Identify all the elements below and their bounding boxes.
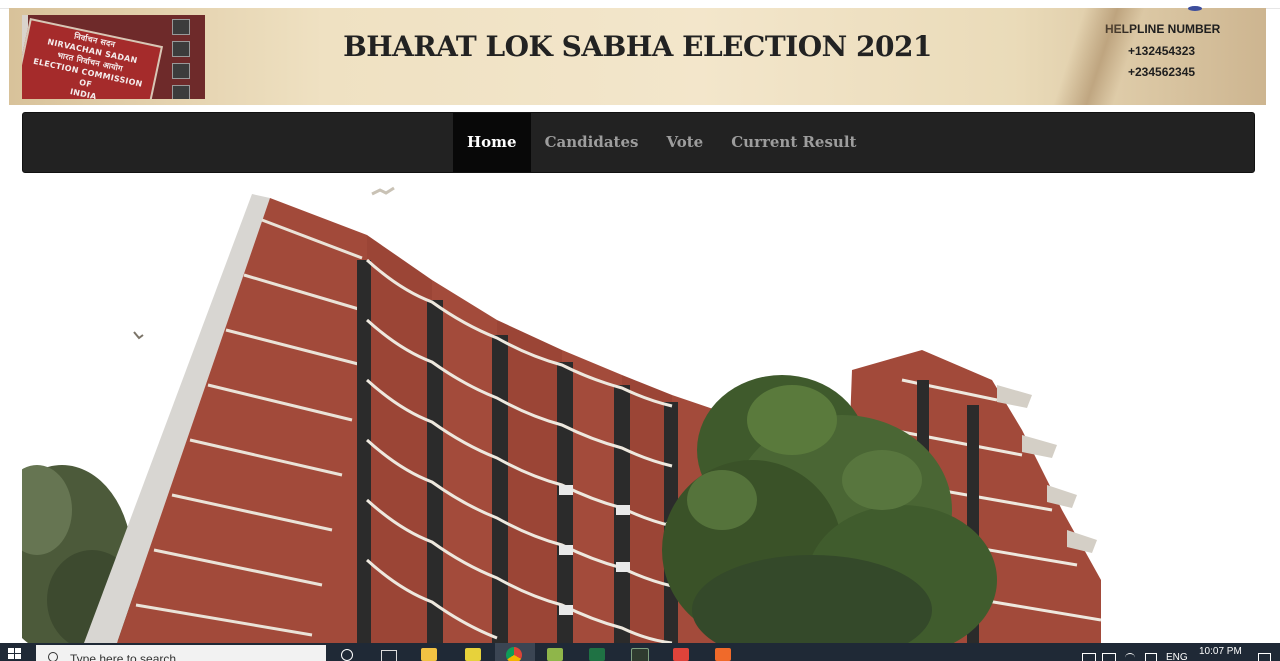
terminal-icon[interactable] — [631, 648, 649, 661]
helpline-number: +132454323 — [1128, 44, 1196, 58]
hero-building-image — [22, 180, 1101, 643]
nav-item-home[interactable]: Home — [453, 113, 531, 172]
nav-item-candidates[interactable]: Candidates — [531, 113, 653, 172]
building-illustration — [22, 180, 1101, 643]
helpline-label: HELPLINE NUMBER — [1105, 22, 1221, 36]
taskbar-clock[interactable]: 10:07 PM — [1199, 646, 1242, 657]
search-icon — [48, 652, 58, 661]
nav-menu: Home Candidates Vote Current Result — [453, 113, 870, 172]
language-indicator[interactable]: ENG — [1166, 652, 1188, 661]
wifi-icon[interactable] — [1125, 653, 1135, 661]
battery-icon[interactable] — [1102, 653, 1116, 661]
windows-taskbar: Type here to search ︿ ENG 10:07 PM — [0, 643, 1280, 661]
page-title: BHARAT LOK SABHA ELECTION 2021 — [343, 30, 932, 63]
decorative-dot — [1188, 6, 1202, 11]
notifications-icon[interactable] — [1258, 653, 1271, 661]
volume-icon[interactable] — [1145, 653, 1157, 661]
taskbar-search-placeholder: Type here to search — [70, 652, 177, 661]
excel-icon[interactable] — [589, 648, 605, 661]
app-icon[interactable] — [465, 648, 481, 661]
cortana-icon[interactable] — [341, 649, 353, 661]
main-navbar: Home Candidates Vote Current Result — [22, 112, 1255, 173]
app-red-icon[interactable] — [673, 648, 689, 661]
nav-item-current-result[interactable]: Current Result — [717, 113, 870, 172]
network-icon[interactable] — [1082, 653, 1096, 661]
nav-item-vote[interactable]: Vote — [652, 113, 717, 172]
windows-start-icon[interactable] — [8, 648, 22, 660]
xampp-icon[interactable] — [715, 648, 731, 661]
header-banner: निर्वाचन सदन NIRVACHAN SADAN भारत निर्वा… — [9, 8, 1266, 105]
file-explorer-icon[interactable] — [421, 648, 437, 661]
helpline-number: +234562345 — [1128, 65, 1196, 79]
taskbar-search-box[interactable]: Type here to search — [36, 645, 326, 661]
chrome-icon[interactable] — [506, 647, 522, 661]
notepad-icon[interactable] — [547, 648, 563, 661]
tray-chevron-icon[interactable]: ︿ — [1064, 652, 1074, 661]
task-view-icon[interactable] — [381, 650, 397, 661]
